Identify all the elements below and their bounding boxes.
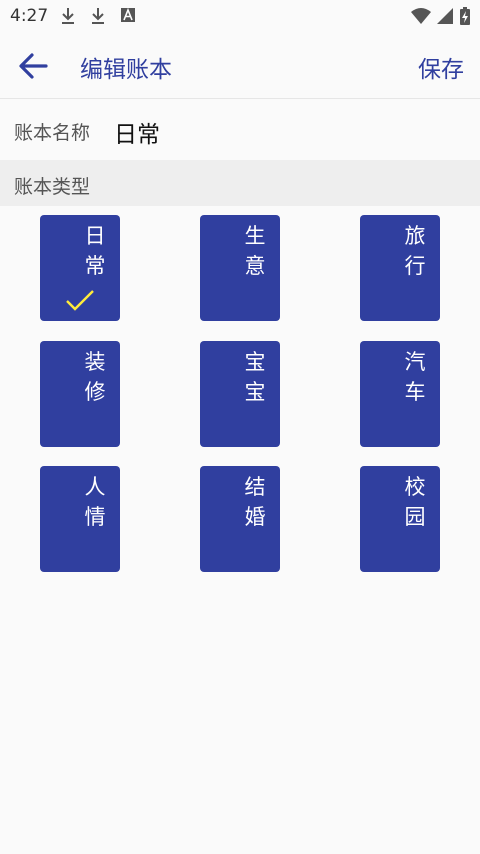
type-card-label: 日常	[84, 224, 106, 278]
battery-charging-icon	[460, 7, 470, 25]
wifi-icon	[411, 8, 431, 24]
type-card-label: 汽车	[404, 350, 426, 404]
account-name-value[interactable]: 日常	[114, 115, 160, 149]
type-card-label: 人情	[84, 475, 106, 529]
type-card-travel[interactable]: 旅行	[360, 215, 440, 321]
type-card-label: 生意	[244, 224, 266, 278]
account-name-label: 账本名称	[14, 122, 91, 144]
type-card-label: 宝宝	[244, 350, 266, 404]
save-button[interactable]: 保存	[418, 50, 464, 84]
type-card-label: 装修	[84, 350, 106, 404]
check-icon	[66, 290, 94, 311]
status-bar: 4:27	[0, 0, 480, 32]
download-icon	[92, 8, 104, 24]
type-card-daily[interactable]: 日常	[40, 215, 120, 321]
type-card-label: 校园	[404, 475, 426, 529]
type-card-gifts[interactable]: 人情	[40, 466, 120, 572]
type-card-campus[interactable]: 校园	[360, 466, 440, 572]
type-card-baby[interactable]: 宝宝	[200, 341, 280, 447]
account-type-label: 账本类型	[14, 176, 91, 198]
type-card-wedding[interactable]: 结婚	[200, 466, 280, 572]
type-card-label: 结婚	[244, 475, 266, 529]
account-type-header: 账本类型	[0, 160, 480, 206]
type-card-decoration[interactable]: 装修	[40, 341, 120, 447]
download-icon	[62, 8, 74, 24]
type-card-car[interactable]: 汽车	[360, 341, 440, 447]
account-name-row[interactable]: 账本名称 日常	[0, 99, 480, 159]
type-card-label: 旅行	[404, 224, 426, 278]
page-title: 编辑账本	[80, 57, 172, 83]
back-button[interactable]	[14, 46, 54, 86]
type-card-business[interactable]: 生意	[200, 215, 280, 321]
signal-icon	[437, 8, 453, 24]
arrow-back-icon	[19, 53, 48, 79]
status-time: 4:27	[10, 6, 49, 26]
font-a-icon	[121, 7, 135, 22]
app-bar: 编辑账本 保存	[0, 32, 480, 99]
